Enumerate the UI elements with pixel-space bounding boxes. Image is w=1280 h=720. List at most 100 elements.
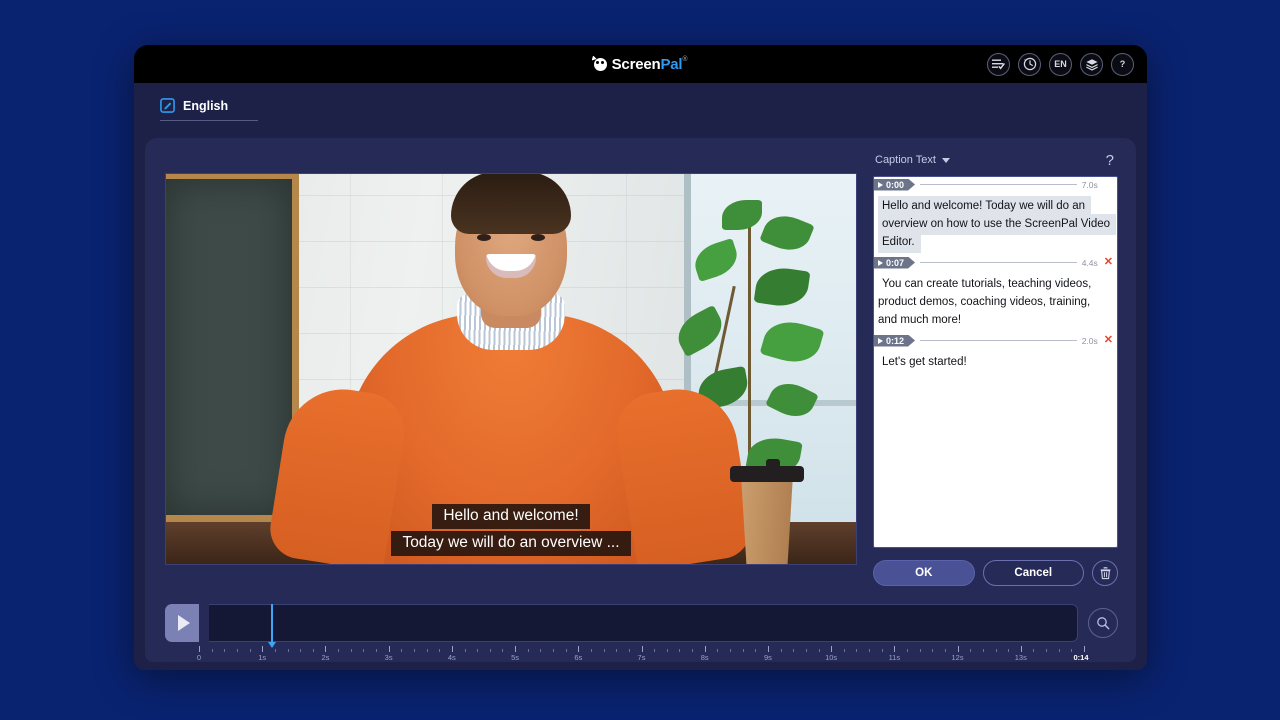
- screenpal-logo: ScreenPal®: [593, 56, 688, 73]
- play-icon: [878, 338, 883, 344]
- play-icon: [177, 615, 190, 631]
- ruler-tick: [262, 646, 264, 652]
- ruler-tick: [274, 649, 276, 652]
- caption-play-timestamp[interactable]: 0:07: [874, 257, 915, 269]
- ruler-tick: [451, 646, 453, 652]
- ruler-tick: [224, 649, 226, 652]
- caption-type-dropdown[interactable]: Caption Text: [875, 154, 950, 166]
- ruler-tick: [869, 649, 871, 652]
- caption-timestamp-label: 0:00: [886, 179, 905, 190]
- video-caption-overlay: Hello and welcome! Today we will do an o…: [166, 504, 856, 556]
- layers-icon[interactable]: [1080, 52, 1103, 76]
- ruler-label: 9s: [763, 653, 772, 662]
- ruler-tick: [603, 649, 605, 652]
- caption-delete-icon[interactable]: ✕: [1104, 335, 1113, 346]
- video-caption-line-1: Hello and welcome!: [432, 504, 590, 529]
- playhead[interactable]: [268, 604, 276, 648]
- ruler-tick: [704, 646, 706, 652]
- ruler-label: 5s: [511, 653, 520, 662]
- editor-panel: Hello and welcome! Today we will do an o…: [145, 138, 1136, 662]
- caption-text[interactable]: Let's get started!: [878, 352, 973, 373]
- titlebar-actions: EN ?: [987, 45, 1134, 83]
- play-icon: [878, 260, 883, 266]
- language-selector-en[interactable]: EN: [1049, 52, 1072, 76]
- ruler-label: 4s: [447, 653, 456, 662]
- ruler-label: 13s: [1014, 653, 1027, 662]
- caption-delete-icon[interactable]: ✕: [1104, 257, 1113, 268]
- ruler-tick: [199, 646, 200, 652]
- ruler-tick: [426, 649, 428, 652]
- ruler-tick: [780, 649, 782, 652]
- caption-text-wrap: Let's get started!: [874, 348, 1117, 375]
- ruler-tick: [641, 646, 643, 652]
- ruler-tick: [831, 646, 833, 652]
- language-tab-strip: English: [134, 83, 1147, 128]
- caption-block[interactable]: 0:007.0s✕Hello and welcome! Today we wil…: [874, 177, 1117, 255]
- ruler-tick: [464, 649, 466, 652]
- ruler-tick: [717, 649, 719, 652]
- ruler-tick: [843, 649, 845, 652]
- ruler-tick: [616, 649, 618, 652]
- delete-button[interactable]: [1092, 560, 1118, 586]
- caption-rule: [920, 184, 1077, 185]
- ruler-tick: [793, 649, 795, 652]
- caption-duration-label: 4.4s: [1081, 257, 1098, 268]
- ruler-tick: [211, 649, 213, 652]
- caption-play-timestamp[interactable]: 0:12: [874, 335, 915, 347]
- caption-list[interactable]: 0:00 7.0s ✕ Hello and welcome! Today we wil…: [873, 176, 1118, 548]
- ruler-tick: [767, 646, 769, 652]
- play-button[interactable]: [165, 604, 199, 642]
- ruler-tick: [363, 649, 365, 652]
- ruler-label: 11s: [888, 653, 901, 662]
- ruler-tick: [679, 649, 681, 652]
- brand-text-pal: Pal: [660, 55, 683, 73]
- ruler-tick: [287, 649, 289, 652]
- brand-registered-mark: ®: [682, 55, 688, 63]
- ruler-tick: [578, 646, 580, 652]
- ruler-tick: [249, 649, 251, 652]
- caption-type-label: Caption Text: [875, 154, 936, 166]
- caption-text[interactable]: Hello and welcome! Today we will do an o…: [878, 196, 1117, 253]
- ok-button[interactable]: OK: [873, 560, 975, 586]
- caption-block[interactable]: 0:07 4.4s ✕ You can create tutorials, teach…: [874, 255, 1117, 333]
- play-icon: [878, 182, 883, 188]
- caption-text[interactable]: You can create tutorials, teaching video…: [878, 274, 1091, 331]
- ruler-tick: [654, 649, 656, 652]
- title-bar: ScreenPal® EN ?: [134, 45, 1147, 83]
- ruler-label: 12s: [951, 653, 964, 662]
- caption-play-timestamp[interactable]: 0:00: [874, 179, 915, 191]
- caption-duration-label: 2.0s: [1081, 335, 1098, 346]
- brand-text: ScreenPal®: [612, 56, 688, 73]
- caption-block-meta: 0:007.0s✕: [874, 177, 1117, 192]
- caption-rule: [920, 262, 1077, 263]
- caption-block[interactable]: 0:12 2.0s ✕ Let's get started!: [874, 333, 1117, 375]
- help-icon-label: ?: [1119, 59, 1126, 69]
- caption-duration-label: 7.0s: [1081, 179, 1098, 190]
- ruler-tick: [312, 649, 314, 652]
- edit-square-icon: [160, 98, 175, 113]
- captions-list-icon[interactable]: [987, 52, 1010, 76]
- ruler-tick: [477, 649, 479, 652]
- tab-underline: [160, 120, 259, 121]
- caption-help-icon[interactable]: ?: [1106, 152, 1114, 169]
- video-preview[interactable]: Hello and welcome! Today we will do an o…: [165, 173, 857, 565]
- ruler-tick: [502, 649, 504, 652]
- brand-text-screen: Screen: [611, 55, 661, 73]
- caption-actions: OK Cancel: [873, 560, 1118, 586]
- ruler-tick: [439, 649, 441, 652]
- ruler-tick: [325, 646, 327, 652]
- ruler-label: 8s: [700, 653, 709, 662]
- sidebar-item-english[interactable]: English: [160, 83, 259, 128]
- ruler-label: 2s: [321, 653, 330, 662]
- ruler-tick: [730, 649, 731, 652]
- ruler-tick: [527, 649, 529, 652]
- ruler-tick: [692, 649, 694, 652]
- help-icon[interactable]: ?: [1111, 52, 1134, 76]
- history-icon[interactable]: [1018, 52, 1041, 76]
- ruler-tick: [489, 649, 491, 652]
- ruler-label: 7s: [637, 653, 646, 662]
- ruler-tick: [818, 649, 820, 652]
- cancel-button[interactable]: Cancel: [982, 560, 1084, 586]
- ruler-tick: [856, 649, 858, 652]
- screenpal-mark-icon: [593, 57, 607, 71]
